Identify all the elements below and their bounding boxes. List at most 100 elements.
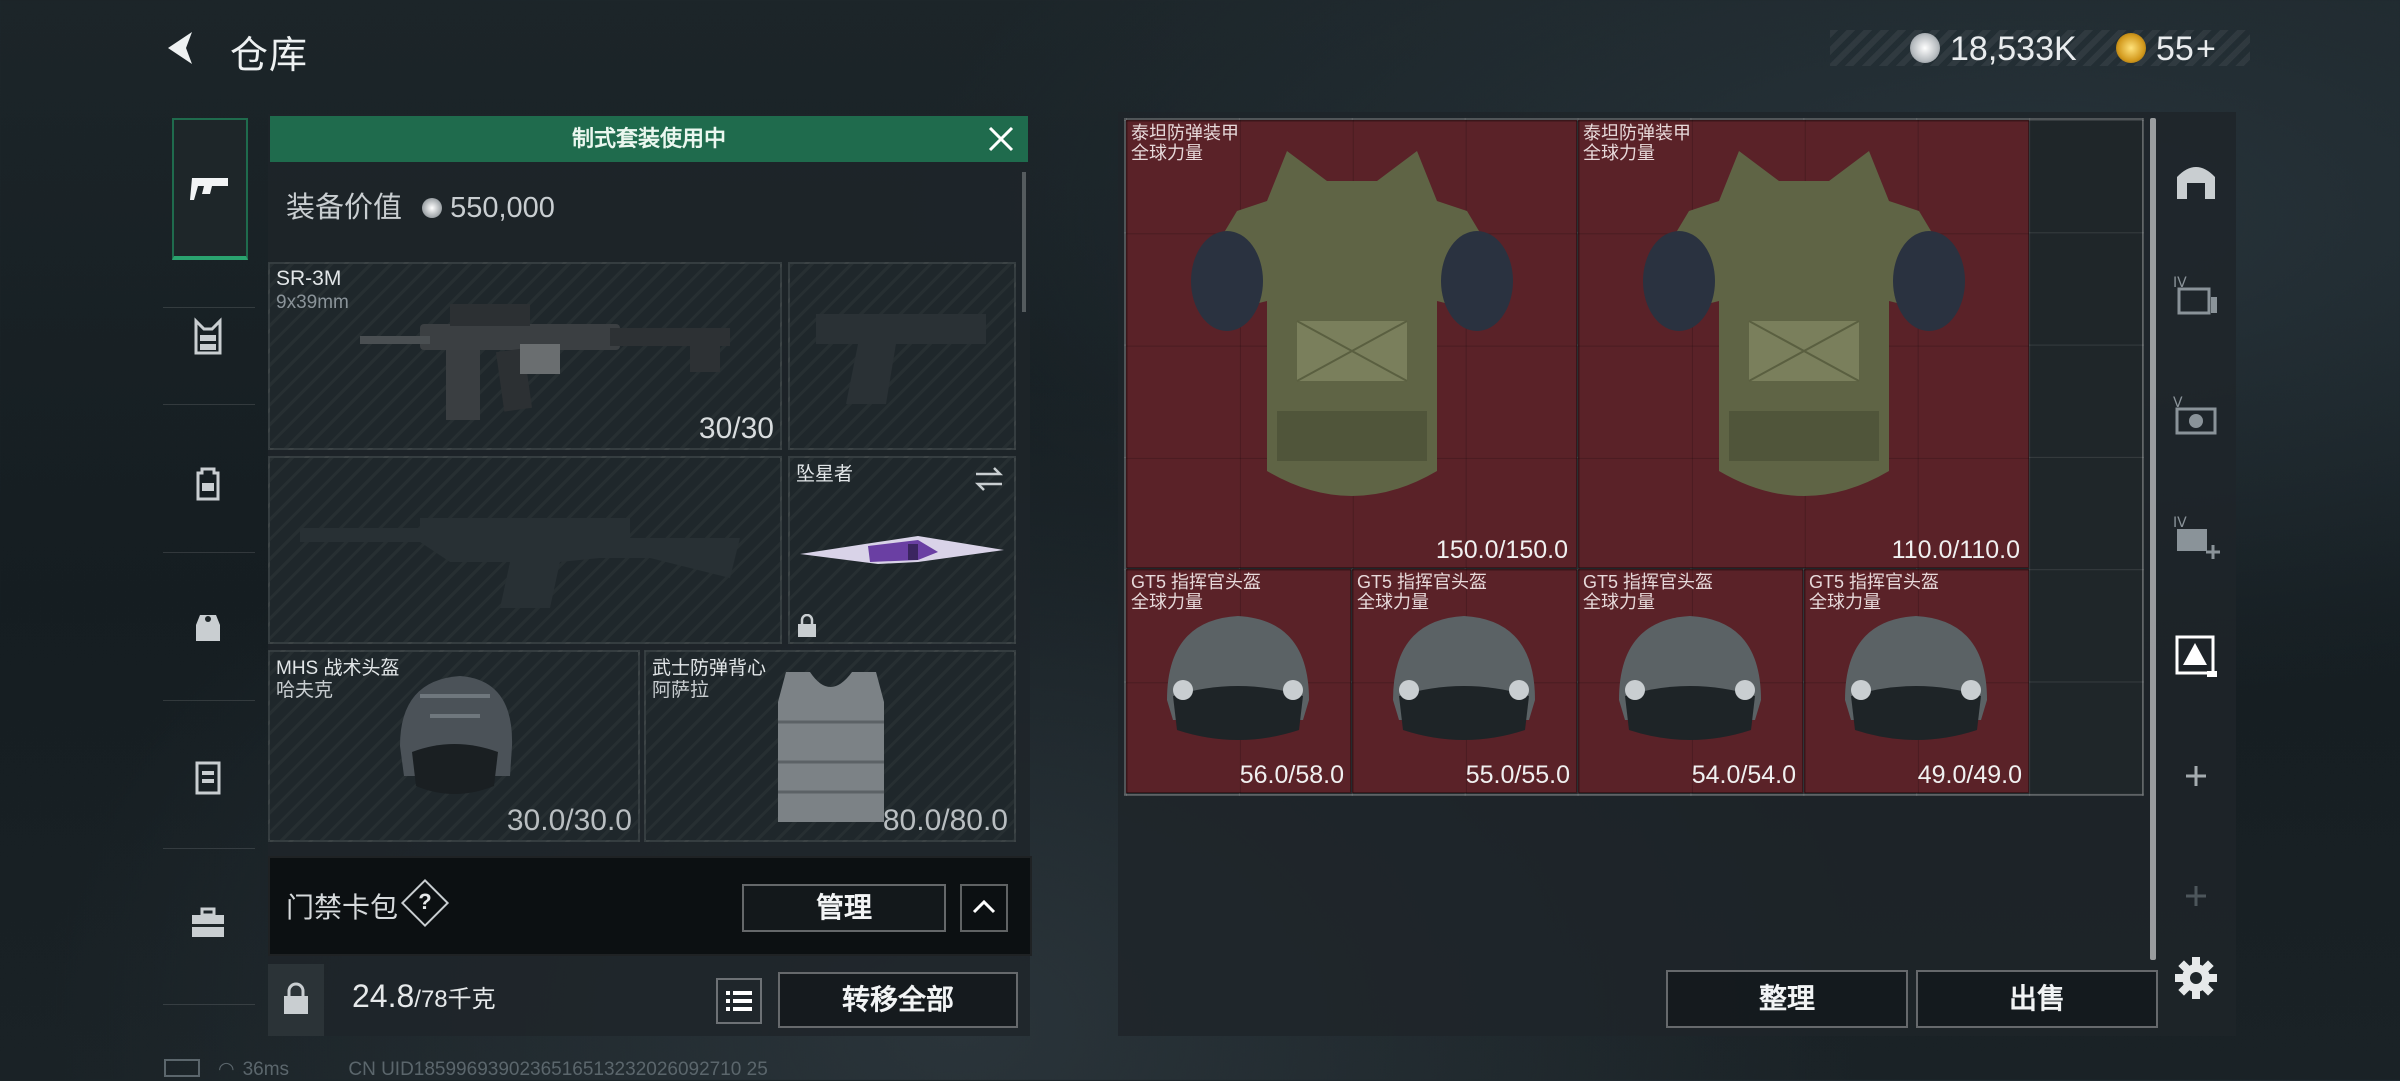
sidebar-item-pouch[interactable]	[172, 580, 244, 674]
stash-item-helmet-1[interactable]: GT5 指挥官头盔 全球力量 56.0/58.0	[1126, 569, 1351, 793]
helmet-image	[1845, 616, 1987, 740]
sell-button[interactable]: 出售	[1916, 970, 2158, 1028]
stash-scrollbar[interactable]	[2150, 118, 2156, 960]
body-armor-image	[1643, 151, 1965, 496]
melee-name: 坠星者	[796, 464, 854, 485]
gun-icon	[190, 178, 228, 200]
sidebar-item-briefcase[interactable]	[172, 876, 244, 970]
sidebar-item-backpack[interactable]	[172, 436, 244, 530]
stash-item-helmet-3[interactable]: GT5 指挥官头盔 全球力量 54.0/54.0	[1578, 569, 1803, 793]
helmet-faction: 哈夫克	[276, 680, 334, 701]
list-view-button[interactable]	[716, 978, 762, 1024]
primary-weapon-slot[interactable]: SR-3M 9x39mm 30/30	[268, 262, 782, 450]
uid-text: CN UID1859969390236516513232026092710 25	[348, 1059, 768, 1080]
storage-iv-icon: IV	[2173, 275, 2217, 315]
gold-coin-icon	[2116, 33, 2146, 63]
item-durability: 110.0/110.0	[1891, 536, 2020, 564]
armor-slot[interactable]: 武士防弹背心 阿萨拉 80.0/80.0	[644, 650, 1016, 842]
list-icon	[726, 991, 752, 1011]
gear-icon	[2175, 957, 2217, 999]
rifle-silhouette-icon	[300, 518, 740, 608]
tool-storage-add[interactable]: IV	[2168, 508, 2224, 564]
plus-icon	[2186, 766, 2206, 786]
backpack-icon	[196, 467, 220, 501]
pistol-silhouette-icon	[816, 314, 986, 404]
rifle-image	[360, 304, 730, 420]
currency-add-button[interactable]: +	[2196, 30, 2216, 69]
chevron-up-icon	[972, 899, 996, 914]
item-durability: 54.0/54.0	[1691, 761, 1796, 789]
melee-slot[interactable]: 坠星者	[788, 456, 1016, 644]
weight-current: 24.8	[352, 978, 415, 1014]
secondary-primary-slot[interactable]	[268, 456, 782, 644]
item-name: GT5 指挥官头盔	[1583, 572, 1714, 592]
wifi-icon: ◠	[218, 1059, 235, 1080]
close-icon[interactable]	[984, 122, 1018, 156]
back-arrow-icon[interactable]	[160, 28, 200, 68]
settings-button[interactable]	[2168, 950, 2224, 1006]
keycard-bag-row: 门禁卡包 ? 管理	[268, 856, 1032, 956]
helmet-image	[400, 676, 513, 794]
equipment-value-row: 装备价值 550,000	[286, 184, 555, 226]
weight-lock-box	[268, 964, 324, 1036]
tool-storage-iv[interactable]: IV	[2168, 268, 2224, 324]
lock-icon	[798, 614, 816, 637]
armor-durability: 80.0/80.0	[882, 804, 1008, 837]
status-bar: ◠ 36ms CN UID1859969390236516513232026092…	[164, 1058, 768, 1081]
transfer-all-button[interactable]: 转移全部	[778, 972, 1018, 1028]
stash-item-helmet-2[interactable]: GT5 指挥官头盔 全球力量 55.0/55.0	[1352, 569, 1577, 793]
container-icon	[195, 761, 221, 795]
pouch-icon	[196, 615, 220, 641]
item-name: GT5 指挥官头盔	[1131, 572, 1262, 592]
knife-image	[800, 536, 1004, 564]
plus-icon	[2186, 886, 2206, 906]
manage-button[interactable]: 管理	[742, 884, 946, 932]
kit-banner-text: 制式套装使用中	[571, 126, 726, 151]
vest-image	[778, 672, 884, 822]
weapon-caliber: 9x39mm	[276, 292, 349, 313]
sidebar-item-container[interactable]	[172, 730, 244, 824]
armor-name: 武士防弹背心	[652, 658, 767, 679]
coin-icon	[1910, 33, 1940, 63]
magazine-count: 30/30	[698, 412, 774, 445]
lock-icon	[284, 982, 308, 1014]
item-name: 泰坦防弹装甲	[1583, 123, 1691, 143]
item-durability: 55.0/55.0	[1465, 761, 1570, 789]
coin-icon	[422, 198, 443, 218]
home-icon	[2177, 167, 2215, 199]
tool-add-1[interactable]	[2168, 748, 2224, 804]
currency-secondary: 55	[2156, 30, 2194, 68]
sort-button[interactable]: 整理	[1666, 970, 1908, 1028]
secondary-weapon-slot[interactable]	[788, 262, 1016, 450]
stash-item-helmet-4[interactable]: GT5 指挥官头盔 全球力量 49.0/49.0	[1804, 569, 2029, 793]
collapse-button[interactable]	[960, 884, 1008, 932]
equipment-value: 550,000	[450, 192, 555, 224]
tool-home[interactable]	[2168, 152, 2224, 208]
sidebar-item-rig[interactable]	[172, 290, 244, 384]
armor-faction: 阿萨拉	[652, 680, 710, 701]
camera-v-icon: V	[2173, 395, 2217, 435]
item-durability: 56.0/58.0	[1239, 761, 1344, 789]
weight-value: 24.8/78千克	[352, 978, 496, 1015]
tool-camera[interactable]: V	[2168, 388, 2224, 444]
stash-item-armor-1[interactable]: 泰坦防弹装甲 全球力量 150.0/150.0	[1126, 120, 1577, 568]
swap-icon[interactable]	[974, 466, 1004, 492]
item-name: GT5 指挥官头盔	[1357, 572, 1488, 592]
tool-crate[interactable]	[2168, 628, 2224, 684]
vest-rig-icon	[194, 317, 222, 355]
tool-add-2[interactable]	[2168, 868, 2224, 924]
equipment-value-label: 装备价值	[286, 192, 403, 224]
loadout-scrollbar[interactable]	[1022, 172, 1026, 312]
sidebar-item-weapons[interactable]	[172, 118, 248, 260]
storage-iv-plus-icon: IV	[2173, 515, 2220, 559]
triangle-crate-icon	[2175, 635, 2217, 677]
helmet-image	[1619, 616, 1761, 740]
helmet-durability: 30.0/30.0	[506, 804, 632, 837]
helmet-slot[interactable]: MHS 战术头盔 哈夫克 30.0/30.0	[268, 650, 640, 842]
page-title: 仓库	[230, 35, 309, 77]
briefcase-icon	[192, 907, 224, 937]
stash-item-armor-2[interactable]: 泰坦防弹装甲 全球力量 110.0/110.0	[1578, 120, 2029, 568]
battery-icon	[164, 1059, 200, 1077]
ping-value: 36ms	[242, 1059, 290, 1080]
item-durability: 150.0/150.0	[1435, 536, 1568, 564]
